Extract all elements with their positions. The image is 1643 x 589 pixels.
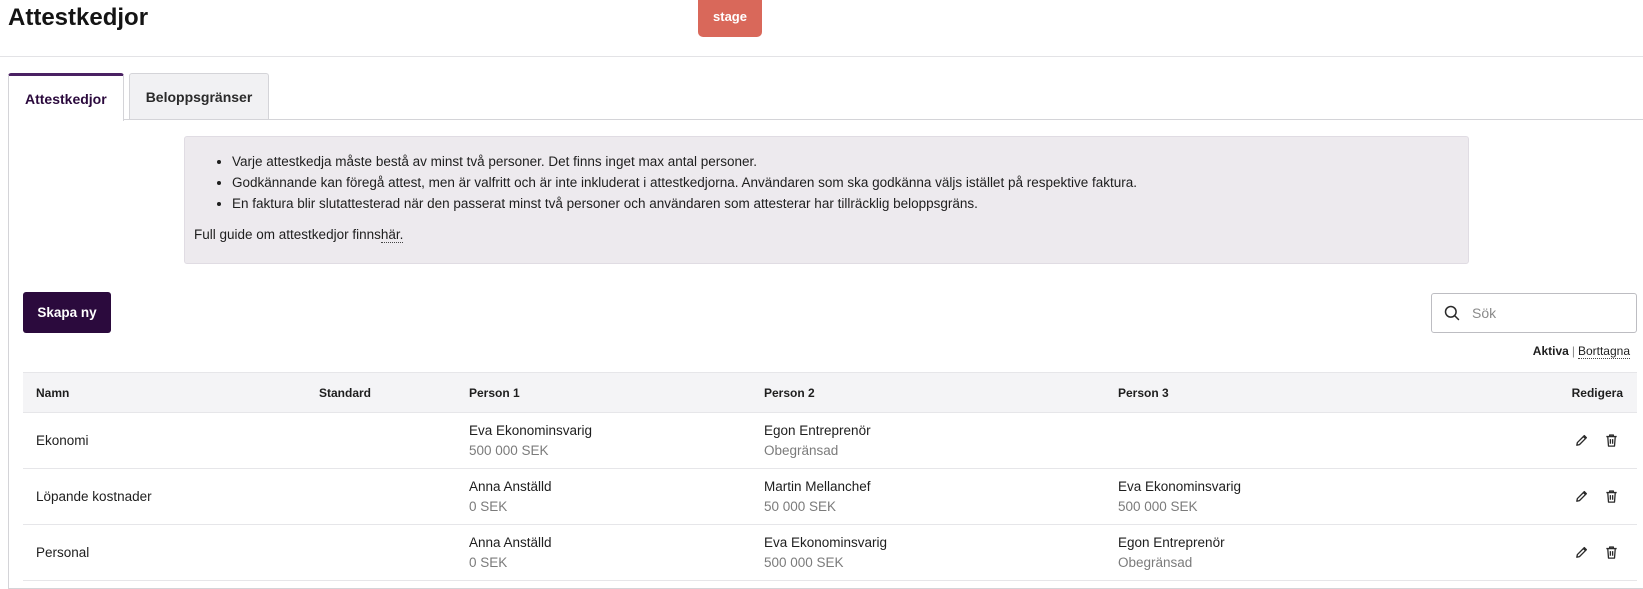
person-name: Eva Ekonominsvarig (764, 534, 888, 550)
cell-person2: Eva Ekonominsvarig 500 000 SEK (751, 524, 1105, 581)
cell-person1: Eva Ekonominsvarig 500 000 SEK (456, 412, 751, 469)
create-new-button[interactable]: Skapa ny (23, 292, 111, 333)
chains-table: Namn Standard Person 1 Person 2 Person 3… (23, 372, 1637, 581)
info-list: Varje attestkedja måste bestå av minst t… (194, 151, 1468, 214)
person-limit: 0 SEK (469, 554, 508, 570)
cell-person1: Anna Anställd 0 SEK (456, 524, 751, 581)
trash-icon (1605, 546, 1617, 559)
page-header: Attestkedjor stage (0, 0, 1643, 57)
info-item: Godkännande kan föregå attest, men är va… (232, 172, 1468, 193)
person-limit: Obegränsad (764, 442, 839, 458)
cell-person3: Egon Entreprenör Obegränsad (1105, 524, 1435, 581)
delete-button[interactable] (1601, 430, 1621, 450)
tab-panel: Varje attestkedja måste bestå av minst t… (8, 119, 1643, 589)
cell-person2: Martin Mellanchef 50 000 SEK (751, 468, 1105, 525)
delete-button[interactable] (1601, 486, 1621, 506)
person-limit: Obegränsad (1118, 554, 1193, 570)
filter-active[interactable]: Aktiva (1533, 344, 1569, 358)
filter-deleted[interactable]: Borttagna (1577, 344, 1630, 359)
cell-name: Löpande kostnader (23, 468, 306, 525)
cell-edit (1435, 412, 1637, 469)
cell-standard (306, 412, 456, 469)
tab-attestkedjor[interactable]: Attestkedjor (8, 73, 124, 121)
column-header-standard[interactable]: Standard (306, 372, 456, 413)
cell-standard (306, 524, 456, 581)
trash-icon (1605, 490, 1617, 503)
table-header-row: Namn Standard Person 1 Person 2 Person 3… (23, 372, 1637, 413)
search-icon (1444, 305, 1460, 321)
column-header-name[interactable]: Namn (23, 372, 306, 413)
status-filter: Aktiva | Borttagna (1533, 344, 1630, 359)
cell-name: Personal (23, 524, 306, 581)
cell-standard (306, 468, 456, 525)
edit-button[interactable] (1571, 486, 1591, 506)
person-limit: 500 000 SEK (469, 442, 549, 458)
cell-name: Ekonomi (23, 412, 306, 469)
person-name: Eva Ekonominsvarig (1118, 478, 1242, 494)
guide-link[interactable]: här. (380, 227, 404, 243)
environment-badge: stage (698, 0, 762, 37)
table-row: Personal Anna Anställd 0 SEK Eva Ekonomi… (23, 524, 1637, 581)
cell-person3: Eva Ekonominsvarig 500 000 SEK (1105, 468, 1435, 525)
cell-person1: Anna Anställd 0 SEK (456, 468, 751, 525)
info-box: Varje attestkedja måste bestå av minst t… (184, 136, 1469, 264)
guide-text: Full guide om attestkedjor finnshär. (194, 227, 1468, 243)
tab-beloppsgranser[interactable]: Beloppsgränser (128, 73, 270, 120)
person-limit: 500 000 SEK (764, 554, 844, 570)
delete-button[interactable] (1601, 542, 1621, 562)
page-title: Attestkedjor (8, 4, 149, 31)
person-limit: 50 000 SEK (764, 498, 837, 514)
cell-person3 (1105, 412, 1435, 469)
cell-edit (1435, 468, 1637, 525)
column-header-edit: Redigera (1435, 372, 1637, 413)
filter-separator: | (1571, 344, 1575, 358)
pencil-icon (1575, 434, 1587, 446)
cell-person2: Egon Entreprenör Obegränsad (751, 412, 1105, 469)
person-name: Anna Anställd (469, 478, 552, 494)
tab-bar: Attestkedjor Beloppsgränser (8, 73, 270, 121)
pencil-icon (1575, 546, 1587, 558)
person-name: Egon Entreprenör (764, 422, 871, 438)
guide-label: Full guide om attestkedjor finns (194, 227, 381, 242)
info-item: En faktura blir slutattesterad när den p… (232, 193, 1468, 214)
edit-button[interactable] (1571, 430, 1591, 450)
trash-icon (1605, 434, 1617, 447)
cell-edit (1435, 524, 1637, 581)
person-limit: 0 SEK (469, 498, 508, 514)
search-input[interactable] (1472, 305, 1622, 321)
person-name: Egon Entreprenör (1118, 534, 1225, 550)
person-name: Martin Mellanchef (764, 478, 871, 494)
person-limit: 500 000 SEK (1118, 498, 1198, 514)
table-row: Löpande kostnader Anna Anställd 0 SEK Ma… (23, 468, 1637, 525)
column-header-person3[interactable]: Person 3 (1105, 372, 1435, 413)
person-name: Eva Ekonominsvarig (469, 422, 593, 438)
column-header-person1[interactable]: Person 1 (456, 372, 751, 413)
person-name: Anna Anställd (469, 534, 552, 550)
table-row: Ekonomi Eva Ekonominsvarig 500 000 SEK E… (23, 412, 1637, 469)
info-item: Varje attestkedja måste bestå av minst t… (232, 151, 1468, 172)
search-box[interactable] (1431, 293, 1637, 333)
edit-button[interactable] (1571, 542, 1591, 562)
column-header-person2[interactable]: Person 2 (751, 372, 1105, 413)
pencil-icon (1575, 490, 1587, 502)
